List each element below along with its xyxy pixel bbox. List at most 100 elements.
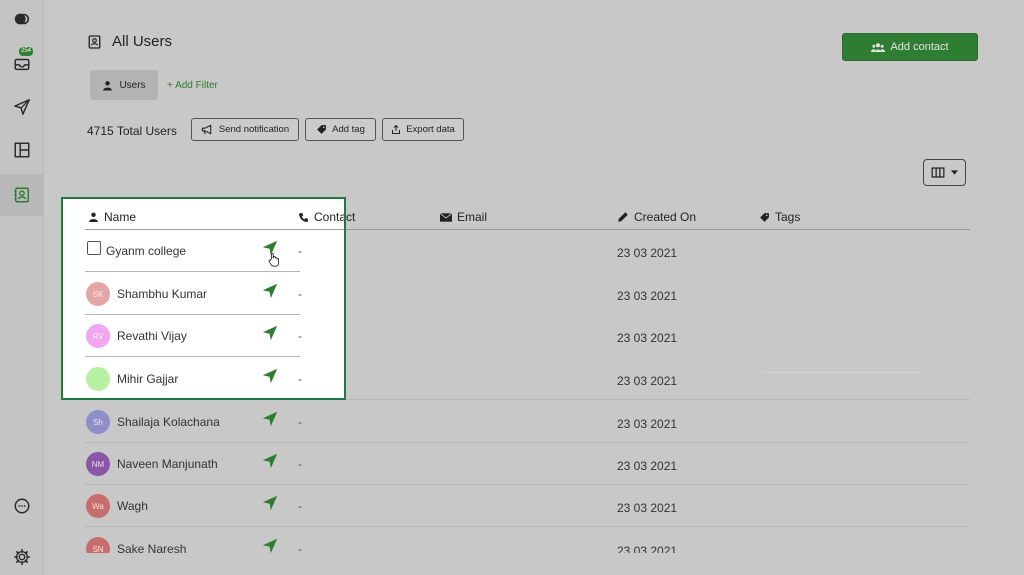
page-title: All Users: [112, 33, 173, 50]
column-header-tags[interactable]: Tags: [759, 210, 800, 224]
contact-name[interactable]: Shambhu Kumar: [117, 287, 207, 301]
chat-bubbles-icon: [14, 13, 30, 25]
contact-name[interactable]: Gyanm college: [106, 244, 186, 258]
add-contact-label: Add contact: [890, 41, 949, 53]
avatar: SN: [86, 537, 110, 553]
created-on: 23 03 2021: [617, 374, 678, 388]
created-on: 23 03 2021: [617, 331, 678, 345]
contact-phone: -: [298, 329, 302, 343]
table-row[interactable]: Sh Shailaja Kolachana - 23 03 2021: [85, 401, 970, 443]
avatar: Wa: [86, 494, 110, 518]
caret-down-icon: [951, 170, 958, 175]
send-notification-button[interactable]: Send notification: [191, 118, 299, 141]
user-icon: [89, 212, 98, 222]
total-users-count: 4715 Total Users: [87, 124, 177, 138]
send-message-icon[interactable]: [262, 495, 278, 511]
created-on: 23 03 2021: [617, 544, 678, 553]
table-row[interactable]: Wa Wagh - 23 03 2021: [85, 485, 970, 527]
send-message-icon[interactable]: [262, 453, 278, 469]
avatar: NM: [86, 452, 110, 476]
row-divider: [85, 356, 300, 357]
phone-icon: [299, 212, 308, 222]
export-data-label: Export data: [406, 124, 455, 135]
contact-name[interactable]: Revathi Vijay: [117, 329, 187, 343]
contact-phone: -: [298, 372, 302, 386]
sidebar-item-templates[interactable]: [10, 138, 34, 162]
column-header-name-label: Name: [104, 210, 137, 224]
megaphone-icon: [201, 124, 212, 135]
send-icon: [14, 99, 30, 115]
column-header-email[interactable]: Email: [440, 210, 487, 224]
send-message-icon[interactable]: [262, 411, 278, 427]
send-notification-label: Send notification: [218, 124, 290, 135]
contacts-book-icon: [88, 34, 101, 49]
table-row[interactable]: SN Sake Naresh - 23 03 2021: [85, 528, 970, 553]
sidebar-item-support[interactable]: [10, 494, 34, 518]
send-message-icon[interactable]: [262, 538, 278, 553]
created-on: 23 03 2021: [617, 289, 678, 303]
created-on: 23 03 2021: [617, 501, 678, 515]
column-header-tags-label: Tags: [775, 210, 801, 224]
add-filter-link[interactable]: + Add Filter: [167, 80, 218, 91]
users-icon: [871, 42, 886, 52]
contact-phone: -: [298, 415, 302, 429]
row-divider: [85, 526, 970, 527]
contact-name[interactable]: Sake Naresh: [117, 542, 186, 553]
contact-phone: -: [298, 287, 302, 301]
contact-name[interactable]: Naveen Manjunath: [117, 457, 218, 471]
sidebar-item-campaigns[interactable]: [10, 95, 34, 119]
send-message-icon[interactable]: [262, 325, 278, 341]
avatar: RV: [86, 324, 110, 348]
export-data-button[interactable]: Export data: [382, 118, 464, 141]
contact-name[interactable]: Shailaja Kolachana: [117, 415, 220, 429]
avatar: Sh: [86, 410, 110, 434]
column-toggle-button[interactable]: [923, 159, 966, 186]
chat-icon: [14, 498, 30, 514]
inbox-badge: 254: [19, 47, 34, 56]
column-header-contact-label: Contact: [314, 210, 356, 224]
column-header-name[interactable]: Name: [88, 210, 136, 224]
envelope-icon: [440, 212, 452, 222]
layout-icon: [14, 142, 30, 158]
ghost-line: [762, 372, 922, 373]
hand-cursor-icon: [268, 253, 279, 267]
sidebar: 254: [0, 0, 44, 575]
users-filter-chip[interactable]: Users: [90, 70, 158, 100]
add-tag-button[interactable]: Add tag: [305, 118, 376, 141]
created-on: 23 03 2021: [617, 246, 678, 260]
page-header: All Users: [87, 33, 172, 50]
row-checkbox[interactable]: [87, 241, 101, 255]
sidebar-item-inbox[interactable]: 254: [10, 47, 34, 76]
table-row[interactable]: NM Naveen Manjunath - 23 03 2021: [85, 443, 970, 485]
add-tag-label: Add tag: [332, 124, 365, 135]
avatar: SK: [86, 282, 110, 306]
table-row[interactable]: Mihir Gajjar - 23 03 2021: [85, 358, 970, 400]
contact-phone: -: [298, 244, 302, 258]
contact-phone: -: [298, 457, 302, 471]
row-divider: [85, 399, 970, 400]
avatar: [86, 367, 110, 391]
send-message-icon[interactable]: [262, 368, 278, 384]
column-header-created-on[interactable]: Created On: [617, 210, 696, 224]
contacts-icon: [14, 187, 30, 203]
tag-icon: [760, 212, 769, 222]
contact-name[interactable]: Wagh: [117, 499, 148, 513]
contact-name[interactable]: Mihir Gajjar: [117, 372, 178, 386]
tag-icon: [317, 125, 327, 134]
contact-phone: -: [298, 542, 302, 553]
table-row[interactable]: RV Revathi Vijay - 23 03 2021: [85, 315, 970, 357]
sidebar-item-contacts[interactable]: [10, 183, 34, 207]
sidebar-item-settings[interactable]: [10, 545, 34, 569]
column-header-contact[interactable]: Contact: [298, 210, 355, 224]
table-row[interactable]: Gyanm college - 23 03 2021: [85, 230, 970, 272]
created-on: 23 03 2021: [617, 417, 678, 431]
sidebar-item-chat[interactable]: [10, 7, 34, 31]
add-contact-button[interactable]: Add contact: [842, 33, 978, 61]
export-icon: [392, 124, 401, 134]
table-row[interactable]: SK Shambhu Kumar - 23 03 2021: [85, 273, 970, 315]
inbox-icon: [14, 58, 30, 71]
users-chip-label: Users: [119, 79, 146, 91]
column-header-email-label: Email: [457, 210, 488, 224]
send-message-icon[interactable]: [262, 283, 278, 299]
columns-icon: [931, 167, 945, 178]
